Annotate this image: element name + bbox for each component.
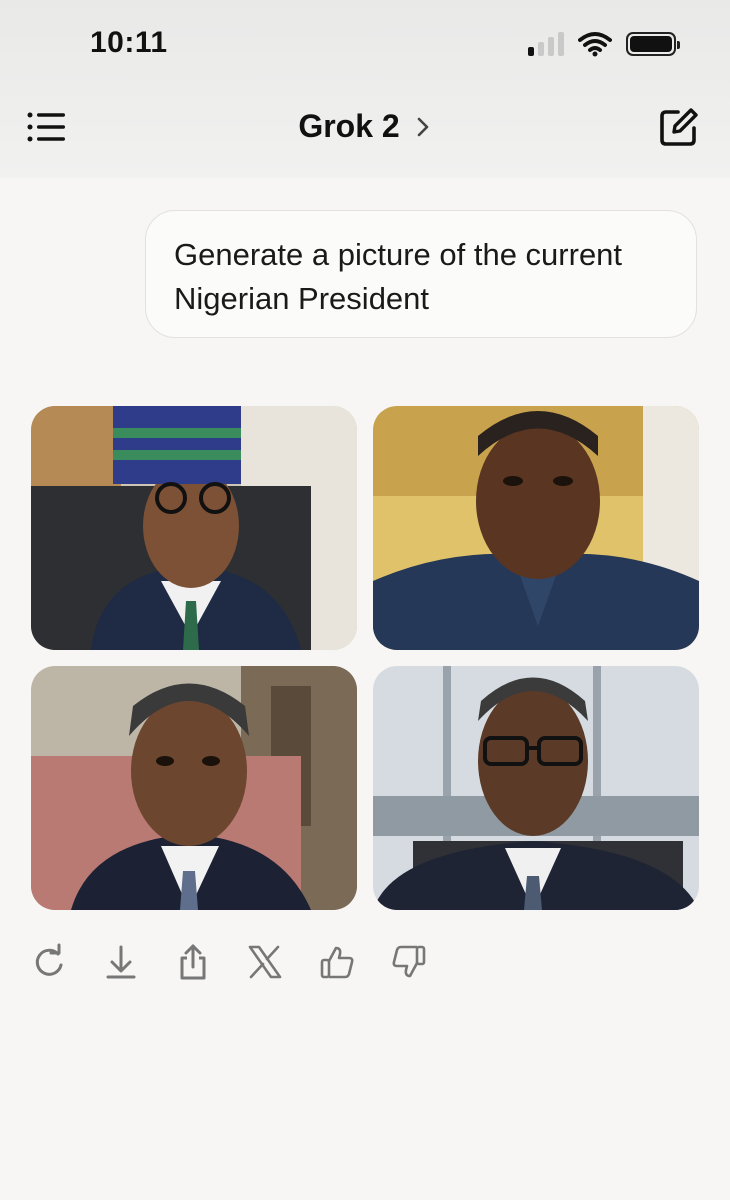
x-share-button[interactable] [246,940,284,984]
thumbs-up-button[interactable] [318,940,356,984]
wifi-icon [578,32,612,57]
download-icon [106,945,136,979]
status-icons [528,28,680,60]
status-time: 10:11 [90,26,168,59]
thumbs-down-icon [392,945,426,978]
top-bar: 10:11 Grok 2 [0,0,730,178]
generated-image-1[interactable] [31,406,357,650]
user-message-bubble: Generate a picture of the current Nigeri… [145,210,697,338]
thumbs-down-button[interactable] [390,940,428,984]
edit-icon [660,108,698,146]
generated-image-3[interactable] [31,666,357,910]
thumbs-up-icon [320,946,354,979]
generated-image-4[interactable] [373,666,699,910]
generated-image-2[interactable] [373,406,699,650]
chevron-right-icon [417,117,428,136]
download-button[interactable] [102,940,140,984]
model-selector[interactable]: Grok 2 [0,108,730,145]
x-share-icon [248,945,282,979]
new-chat-button[interactable] [658,106,700,148]
share-icon [180,944,206,980]
user-message-text: Generate a picture of the current Nigeri… [174,237,623,316]
regenerate-icon [35,943,63,976]
page-title: Grok 2 [298,108,400,144]
battery-icon [626,32,680,56]
message-actions [30,940,428,984]
share-button[interactable] [174,940,212,984]
signal-icon [528,32,564,56]
regenerate-button[interactable] [30,940,68,984]
